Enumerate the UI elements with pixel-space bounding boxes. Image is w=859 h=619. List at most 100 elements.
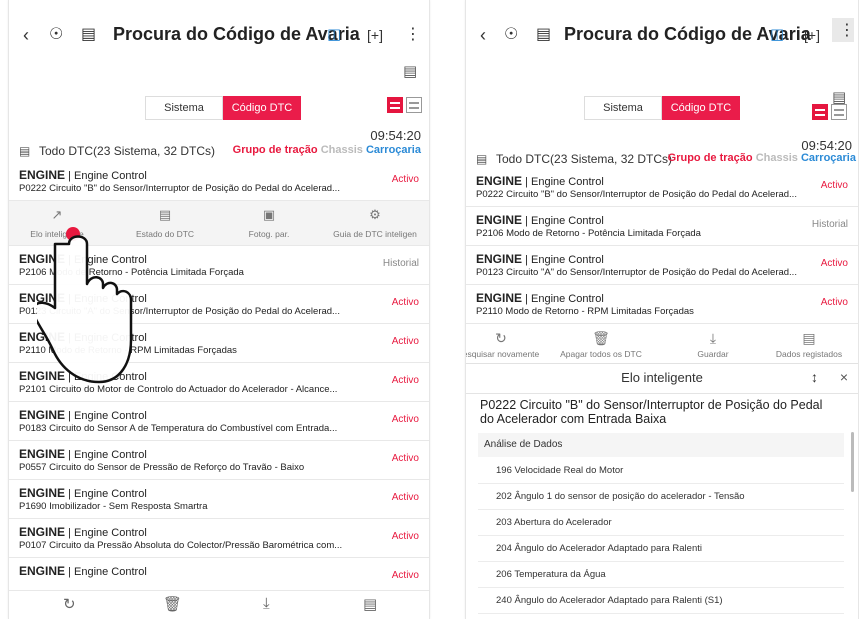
folder-icon[interactable]: ▤ — [363, 595, 377, 613]
tab-system[interactable]: Sistema — [584, 96, 662, 120]
dtc-desc: P0557 Circuito do Sensor de Pressão de R… — [19, 462, 305, 473]
clear-all-button[interactable]: 🗑 Apagar todos os DTC — [552, 329, 650, 359]
list-item[interactable]: ENGINE | Engine Control P0183 Circuito d… — [9, 402, 429, 441]
list-item[interactable]: ENGINE | Engine Control P2106 Modo de Re… — [466, 207, 858, 246]
list-item[interactable]: 204 Ângulo do Acelerador Adaptado para R… — [478, 536, 844, 562]
system-name: ENGINE — [476, 291, 523, 305]
car-icon[interactable]: ▤ — [403, 62, 417, 80]
view-tabs: Sistema Código DTC — [584, 96, 740, 120]
list-item[interactable]: ENGINE | Engine Control P2110 Modo de Re… — [9, 324, 429, 363]
dtc-desc: P1690 Imobilizador - Sem Resposta Smartr… — [19, 501, 208, 512]
status-badge: Activo — [820, 297, 848, 308]
list-item[interactable]: ENGINE | Engine Control P1690 Imobilizad… — [9, 480, 429, 519]
dtc-list: ENGINE | Engine Control P0222 Circuito "… — [466, 168, 858, 324]
grid-view-icon[interactable] — [406, 97, 422, 113]
download-icon[interactable]: ⤓ — [263, 595, 270, 612]
expand-icon[interactable]: [+] — [367, 22, 383, 48]
dtc-detail-title: P0222 Circuito "B" do Sensor/Interruptor… — [480, 398, 823, 426]
list-item[interactable]: ENGINE | Engine Control P0107 Circuito d… — [9, 519, 429, 558]
saved-data-button[interactable]: ▤ Dados registados — [760, 329, 858, 359]
panel-title: Elo inteligente — [621, 370, 703, 385]
list-item[interactable]: 202 Ângulo 1 do sensor de posição do ace… — [478, 484, 844, 510]
module-name: Engine Control — [74, 371, 147, 383]
status-badge: Activo — [391, 414, 419, 425]
back-icon[interactable]: ‹ — [480, 22, 486, 48]
summary-row: ▤ Todo DTC(23 Sistema, 32 DTCs) Grupo de… — [466, 150, 858, 170]
filter-powertrain[interactable]: Grupo de tração — [668, 152, 753, 164]
filters: Grupo de tração Chassis Carroçaria — [233, 144, 421, 156]
rescan-button[interactable]: ↻ esquisar novamente — [466, 329, 550, 359]
list-item[interactable]: ENGINE | Engine Control P0222 Circuito "… — [466, 168, 858, 207]
list-item[interactable]: 196 Velocidade Real do Motor — [478, 458, 844, 484]
refresh-icon[interactable]: ↻ — [63, 595, 76, 613]
list-item[interactable]: ENGINE | Engine Control P2110 Modo de Re… — [466, 285, 858, 324]
system-name: ENGINE — [19, 447, 66, 461]
dtc-desc: P0222 Circuito "B" do Sensor/Interruptor… — [19, 183, 340, 194]
list-item[interactable]: ENGINE | Engine Control P2101 Circuito d… — [9, 363, 429, 402]
list-item[interactable]: ENGINE | Engine Control P0222 Circuito "… — [9, 162, 429, 201]
more-icon[interactable]: ⋮ — [405, 22, 421, 48]
list-item[interactable]: ENGINE | Engine Control P0123 Circuito "… — [466, 246, 858, 285]
summary-text: Todo DTC(23 Sistema, 32 DTCs) — [39, 144, 216, 158]
status-badge: Activo — [391, 297, 419, 308]
grid-view-icon[interactable] — [831, 104, 847, 120]
car-sync-icon[interactable]: ▤ — [81, 22, 96, 48]
dtc-desc: P0222 Circuito "B" do Sensor/Interruptor… — [476, 189, 797, 200]
list-item[interactable]: 203 Abertura do Acelerador — [478, 510, 844, 536]
filter-chassis[interactable]: Chassis — [321, 144, 363, 156]
filter-powertrain[interactable]: Grupo de tração — [233, 144, 318, 156]
resize-icon[interactable]: ↕ — [811, 369, 818, 385]
list-item[interactable]: 240 Ângulo do Acelerador Adaptado para R… — [478, 588, 844, 614]
dtc-desc: P0107 Circuito da Pressão Absoluta do Co… — [19, 540, 343, 551]
item-system: ENGINE | Engine Control — [19, 330, 147, 344]
list-view-icon[interactable] — [812, 104, 828, 120]
dtc-desc: P2106 Modo de Retorno - Potência Limitad… — [476, 228, 701, 239]
list-item[interactable]: ENGINE | Engine Control P0123 Circuito "… — [9, 285, 429, 324]
status-badge: Activo — [391, 570, 419, 581]
item-system: ENGINE | Engine Control — [476, 174, 604, 188]
scrollbar[interactable] — [851, 432, 854, 492]
close-icon[interactable]: × — [840, 369, 848, 385]
back-icon[interactable]: ‹ — [23, 22, 29, 48]
vci-icon[interactable]: ☉ — [504, 22, 518, 48]
tab-system[interactable]: Sistema — [145, 96, 223, 120]
more-icon[interactable]: ⋮ — [832, 18, 855, 42]
filter-body[interactable]: Carroçaria — [801, 152, 856, 164]
filter-body[interactable]: Carroçaria — [366, 144, 421, 156]
trash-icon[interactable]: 🗑 — [163, 595, 182, 613]
view-tabs: Sistema Código DTC — [145, 96, 301, 120]
expand-icon[interactable]: [+] — [804, 22, 820, 48]
report-icon[interactable]: ▤ — [19, 144, 30, 158]
status-badge: Activo — [820, 258, 848, 269]
status-badge: Activo — [391, 174, 419, 185]
report-icon[interactable]: ▤ — [476, 152, 487, 166]
list-view-icon[interactable] — [387, 97, 403, 113]
module-name: Engine Control — [74, 410, 147, 422]
dtc-desc: P2110 Modo de Retorno - RPM Limitadas Fo… — [19, 345, 237, 356]
freeze-frame-button[interactable]: ▣ Fotog. par. — [221, 201, 317, 239]
vci-icon[interactable]: ☉ — [49, 22, 63, 48]
tab-dtc[interactable]: Código DTC — [223, 96, 301, 120]
save-label: Guardar — [697, 349, 729, 359]
save-button[interactable]: ⤓ Guardar — [664, 329, 762, 359]
item-system: ENGINE | Engine Control — [476, 213, 604, 227]
status-badge: Activo — [391, 453, 419, 464]
status-badge: Historial — [811, 219, 848, 230]
guide-icon[interactable]: ◫ — [327, 22, 341, 48]
filter-chassis[interactable]: Chassis — [756, 152, 798, 164]
tab-dtc[interactable]: Código DTC — [662, 96, 740, 120]
folder-icon: ▤ — [802, 330, 816, 346]
dtc-desc: P0183 Circuito do Sensor A de Temperatur… — [19, 423, 338, 434]
list-item[interactable]: ENGINE | Engine Control P0557 Circuito d… — [9, 441, 429, 480]
car-sync-icon[interactable]: ▤ — [536, 22, 551, 48]
guide-icon[interactable]: ◫ — [770, 22, 784, 48]
item-system: ENGINE | Engine Control — [19, 525, 147, 539]
dtc-list: ENGINE | Engine Control P0222 Circuito "… — [9, 162, 429, 597]
item-system: ENGINE | Engine Control — [19, 168, 147, 182]
dtc-guide-button[interactable]: ⚙ Guia de DTC inteligen — [327, 201, 423, 239]
smart-link-button[interactable]: ↗ Elo inteligente — [9, 201, 105, 239]
freeze-frame-icon: ▣ — [262, 207, 276, 222]
list-item[interactable]: 206 Temperatura da Água — [478, 562, 844, 588]
list-item[interactable]: ENGINE | Engine Control P2106 Modo de Re… — [9, 246, 429, 285]
dtc-status-button[interactable]: ▤ Estado do DTC — [117, 201, 213, 239]
